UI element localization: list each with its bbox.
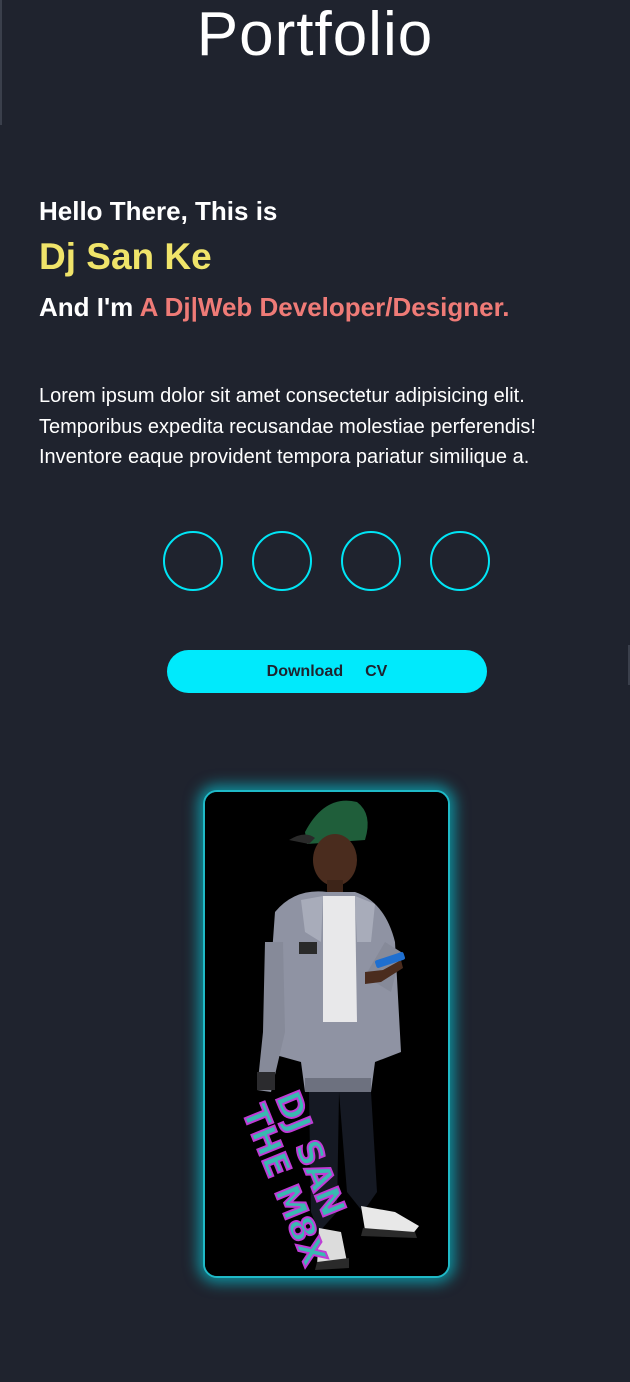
description-line: Lorem ipsum dolor sit amet consectetur a… [39,385,525,407]
social-link-3-icon[interactable] [341,531,401,591]
social-link-1-icon[interactable] [163,531,223,591]
owner-name: Dj San Ke [39,236,212,277]
description-line: Inventore eaque provident tempora pariat… [39,446,530,468]
download-cv-label-download: Download [266,662,344,680]
role-text: A Dj|Web Developer/Designer. [139,292,510,322]
role-prefix: And I'm [39,292,134,322]
intro-description: Lorem ipsum dolor sit amet consectetur a… [39,381,599,473]
social-links [163,531,493,591]
profile-photo: DJ SAN THE M8X [203,790,450,1278]
download-cv-button[interactable]: Download CV [167,650,487,693]
dj-person-photo-icon: DJ SAN THE M8X [205,792,448,1276]
role-line: And I'm A Dj|Web Developer/Designer. [39,292,510,323]
download-cv-label-cv: CV [365,662,388,680]
portfolio-page: Portfolio Hello There, This is Dj San Ke… [0,0,630,1382]
social-link-4-icon[interactable] [430,531,490,591]
greeting-text: Hello There, This is [39,196,278,226]
page-title: Portfolio [196,0,434,69]
description-line: Temporibus expedita recusandae molestiae… [39,415,536,438]
social-link-2-icon[interactable] [252,531,312,591]
